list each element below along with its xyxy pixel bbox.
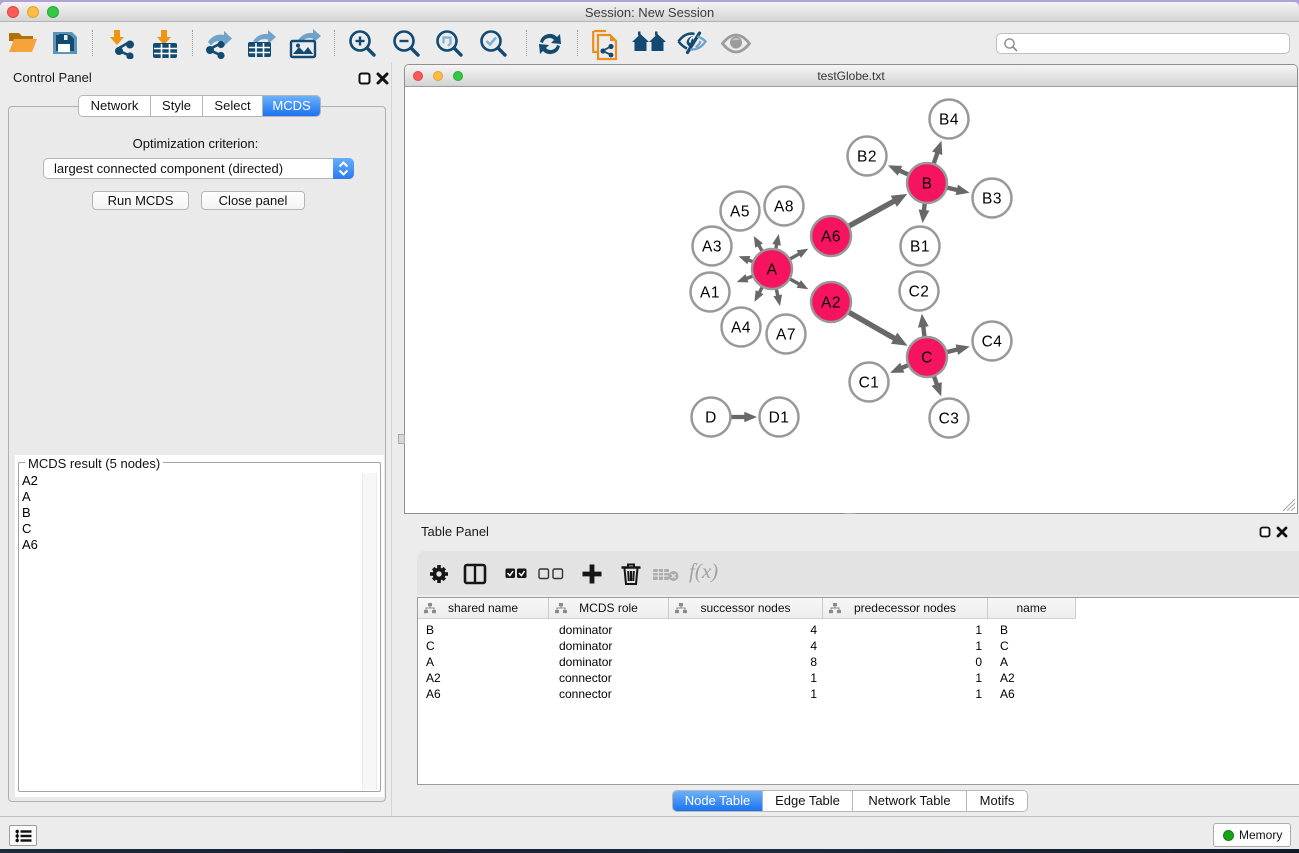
svg-text:A1: A1 (700, 285, 720, 302)
svg-text:C3: C3 (939, 411, 960, 428)
svg-text:C: C (921, 350, 933, 367)
svg-text:B2: B2 (857, 149, 877, 166)
svg-text:A: A (767, 262, 778, 279)
svg-text:C1: C1 (859, 375, 880, 392)
svg-text:A7: A7 (776, 327, 796, 344)
svg-text:A2: A2 (821, 295, 841, 312)
svg-text:B4: B4 (939, 112, 959, 129)
svg-text:C2: C2 (909, 284, 930, 301)
svg-text:A3: A3 (702, 239, 722, 256)
svg-text:C4: C4 (982, 334, 1003, 351)
svg-text:B: B (922, 176, 933, 193)
svg-text:D: D (705, 410, 717, 427)
svg-text:D1: D1 (769, 410, 790, 427)
svg-text:A6: A6 (821, 229, 841, 246)
svg-text:B1: B1 (910, 239, 930, 256)
svg-text:B3: B3 (982, 191, 1002, 208)
svg-text:A8: A8 (774, 199, 794, 216)
svg-text:A4: A4 (731, 320, 751, 337)
svg-text:A5: A5 (730, 204, 750, 221)
